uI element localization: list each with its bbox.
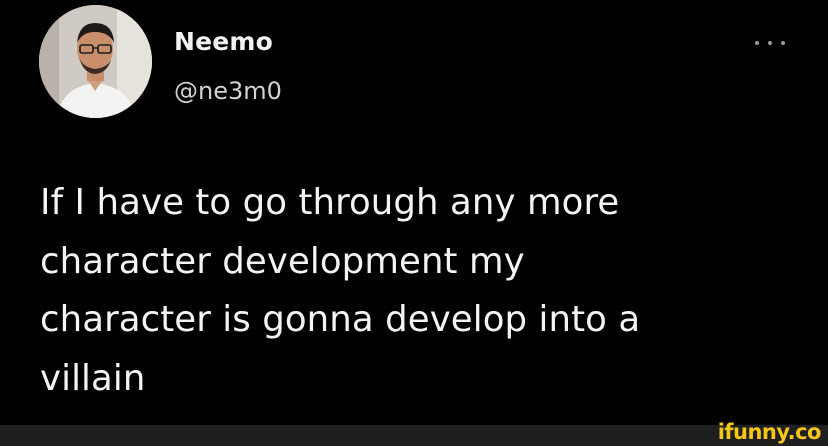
more-horizontal-icon	[781, 41, 785, 45]
tweet-screenshot: Neemo @ne3m0 If I have to go through any…	[0, 0, 828, 446]
footer-bar	[0, 425, 828, 446]
tweet-text-line: villain	[40, 357, 146, 399]
avatar-photo	[39, 5, 152, 118]
tweet-text-line: character is gonna develop into a	[40, 299, 641, 340]
tweet-text-line: character development my	[40, 240, 525, 282]
tweet-text-line: If I have to go through any more	[40, 182, 620, 223]
more-options-button[interactable]	[755, 36, 785, 50]
avatar[interactable]	[39, 5, 152, 118]
tweet-text: If I have to go through any more charact…	[40, 174, 800, 408]
ifunny-watermark: ifunny.co	[717, 420, 822, 444]
more-horizontal-icon	[768, 41, 772, 45]
more-horizontal-icon	[755, 41, 759, 45]
author-handle[interactable]: @ne3m0	[174, 76, 282, 106]
author-display-name[interactable]: Neemo	[174, 27, 273, 57]
